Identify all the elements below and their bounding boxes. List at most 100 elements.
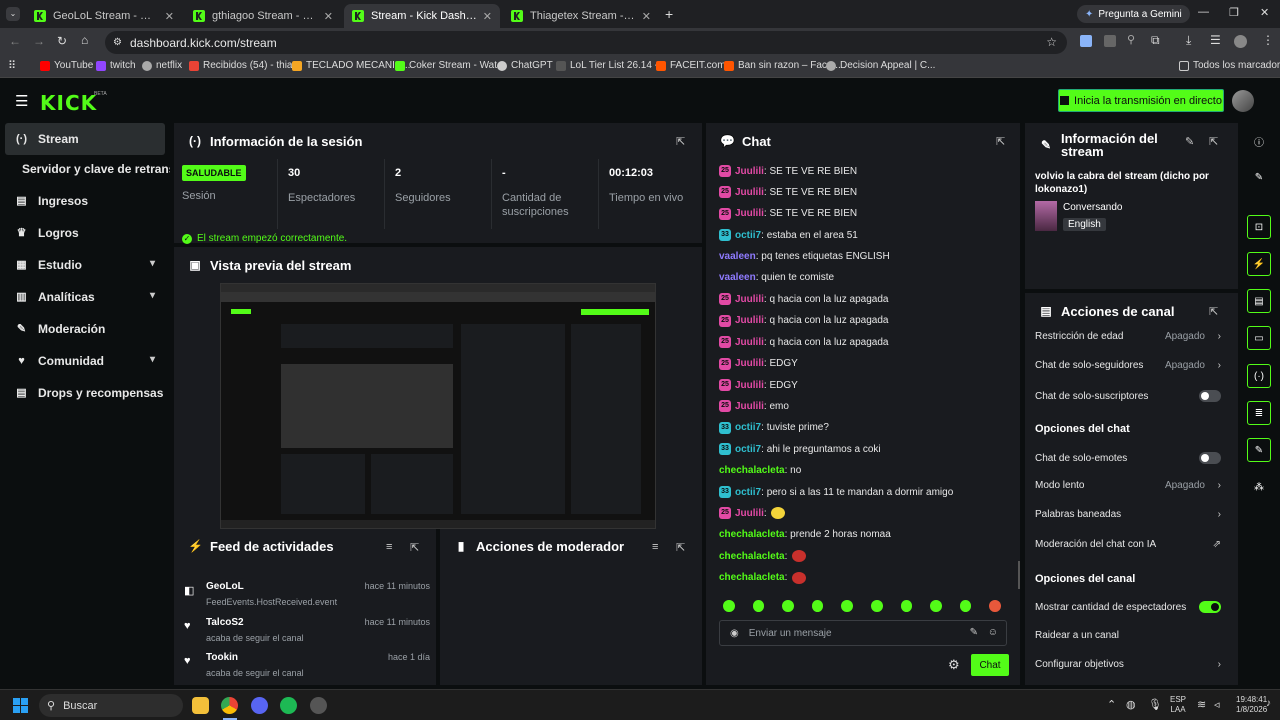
ai-moderation-setting[interactable]: Moderación del chat con IA ⇗ xyxy=(1035,539,1223,550)
forward-icon[interactable]: → xyxy=(33,34,45,48)
close-tab-icon[interactable]: ✕ xyxy=(165,10,174,23)
popout-icon[interactable]: ⇱ xyxy=(410,541,419,554)
app-icon[interactable] xyxy=(310,697,327,714)
browser-tab-4[interactable]: Thiagetex Stream - Watch Live✕ xyxy=(503,4,659,28)
popout-icon[interactable]: ⇱ xyxy=(676,135,685,148)
emote-icon[interactable] xyxy=(900,600,913,612)
bookmark-star-icon[interactable]: ☆ xyxy=(1046,35,1057,49)
wifi-icon[interactable]: ≋ xyxy=(1197,698,1206,711)
lightning-icon[interactable]: ⚡ xyxy=(1247,252,1271,276)
chat-username[interactable]: octii7 xyxy=(735,230,761,241)
home-icon[interactable]: ⌂ xyxy=(81,33,88,47)
stream-preview-video[interactable] xyxy=(220,283,656,529)
nodes-icon[interactable]: ⁂ xyxy=(1247,475,1271,499)
chevron-up-icon[interactable]: ⌃ xyxy=(1107,698,1116,711)
gemini-button[interactable]: ✦ Pregunta a Gemini xyxy=(1077,5,1190,23)
chat-username[interactable]: Juulili xyxy=(735,358,764,369)
chat-username[interactable]: Juulili xyxy=(735,337,764,348)
restore-window-icon[interactable]: ❐ xyxy=(1229,6,1239,19)
chat-username[interactable]: Juulili xyxy=(735,187,764,198)
popout-icon[interactable]: ⇱ xyxy=(676,541,685,554)
chat-username[interactable]: Juulili xyxy=(735,294,764,305)
user-avatar[interactable] xyxy=(1232,90,1254,112)
chat-username[interactable]: Juulili xyxy=(735,508,764,519)
chat-username[interactable]: Juulili xyxy=(735,380,764,391)
emote-icon[interactable] xyxy=(870,600,883,612)
profile-avatar[interactable] xyxy=(1234,35,1247,48)
windows-start-icon[interactable] xyxy=(13,698,28,713)
sidebar-item-stream[interactable]: (·) Stream xyxy=(5,123,165,155)
chat-username[interactable]: chechalacleta xyxy=(719,572,785,583)
extension-icon[interactable] xyxy=(1080,35,1092,47)
browser-tab-2[interactable]: gthiagoo Stream - Watch Live o✕ xyxy=(185,4,341,28)
chat-username[interactable]: Juulili xyxy=(735,166,764,177)
chat-username[interactable]: vaaleen xyxy=(719,251,756,262)
close-tab-icon[interactable]: ✕ xyxy=(324,10,333,23)
configure-goals-setting[interactable]: Configurar objetivos › xyxy=(1035,659,1223,670)
chat-username[interactable]: Juulili xyxy=(735,315,764,326)
go-live-button[interactable]: Inicia la transmisión en directo xyxy=(1058,89,1224,112)
filter-icon[interactable]: ≡ xyxy=(652,541,658,553)
followers-only-setting[interactable]: Chat de solo-seguidores Apagado › xyxy=(1035,360,1223,371)
clock[interactable]: 19:48:41 1/8/2026 xyxy=(1236,695,1267,715)
reload-icon[interactable]: ↻ xyxy=(57,34,67,48)
chat-username[interactable]: octii7 xyxy=(735,444,761,455)
extension-icon[interactable] xyxy=(1104,35,1116,47)
document-icon[interactable]: ▤ xyxy=(1247,289,1271,313)
sidebar-item-analiticas[interactable]: ▥ Analíticas ▾ xyxy=(5,281,165,313)
site-info-icon[interactable]: ⚙ xyxy=(113,37,122,48)
emote-icon[interactable] xyxy=(811,600,824,612)
discord-icon[interactable] xyxy=(251,697,268,714)
address-bar[interactable]: ⚙ dashboard.kick.com/stream ☆ xyxy=(105,31,1067,54)
show-viewer-count-toggle[interactable] xyxy=(1199,601,1221,613)
chat-bubble-icon[interactable]: ▭ xyxy=(1247,326,1271,350)
info-icon[interactable]: ⓘ xyxy=(1247,129,1271,153)
emote-icon[interactable] xyxy=(989,600,1001,612)
taskbar-search[interactable]: ⚲ Buscar xyxy=(39,694,183,717)
bookmark-faceit[interactable]: FACEIT.com xyxy=(656,60,726,71)
bookmark-teclado[interactable]: TECLADO MECANIC... xyxy=(292,60,410,71)
volume-icon[interactable]: ◃ xyxy=(1214,698,1220,711)
chat-username[interactable]: chechalacleta xyxy=(719,551,785,562)
file-explorer-icon[interactable] xyxy=(192,697,209,714)
browser-menu-icon[interactable]: ⋮ xyxy=(1262,33,1274,47)
sidebar-item-logros[interactable]: ♛ Logros xyxy=(5,217,165,249)
age-restriction-setting[interactable]: Restricción de edad Apagado › xyxy=(1035,331,1223,342)
banned-words-setting[interactable]: Palabras baneadas › xyxy=(1035,509,1223,520)
chat-username[interactable]: chechalacleta xyxy=(719,529,785,540)
chat-username[interactable]: vaaleen xyxy=(719,272,756,283)
bookmark-twitch[interactable]: twitch xyxy=(96,60,136,71)
back-icon[interactable]: ← xyxy=(9,34,21,48)
bookmark-decision[interactable]: Decision Appeal | C... xyxy=(826,60,935,71)
chat-settings-gear-icon[interactable]: ⚙ xyxy=(948,657,960,673)
bookmark-gmail[interactable]: Recibidos (54) - thia... xyxy=(189,60,301,71)
translate-icon[interactable]: ✎ xyxy=(970,627,978,638)
popout-icon[interactable]: ⇱ xyxy=(996,135,1005,148)
chrome-icon[interactable] xyxy=(221,697,238,714)
language-indicator[interactable]: ESP LAA xyxy=(1170,695,1186,715)
chat-username[interactable]: octii7 xyxy=(735,422,761,433)
popout-icon[interactable]: ⇱ xyxy=(1209,305,1218,318)
tray-icon[interactable]: ◍ xyxy=(1126,698,1136,711)
all-bookmarks[interactable]: Todos los marcadores xyxy=(1179,60,1280,71)
subscribers-only-toggle[interactable] xyxy=(1199,390,1221,402)
bookmark-loltierlist[interactable]: LoL Tier List 26.14 -... xyxy=(556,60,666,71)
close-window-icon[interactable]: ✕ xyxy=(1260,6,1269,19)
sidebar-item-server-key[interactable]: Servidor y clave de retransmi xyxy=(22,153,170,185)
tab-search-icon[interactable]: ⌄ xyxy=(6,7,20,21)
bookmark-chatgpt[interactable]: ChatGPT xyxy=(497,60,553,71)
chat-username[interactable]: octii7 xyxy=(735,487,761,498)
bookmark-coker[interactable]: Coker Stream - Wat... xyxy=(395,60,505,71)
hamburger-menu-icon[interactable]: ☰ xyxy=(15,92,28,110)
kick-logo[interactable]: KICK xyxy=(40,91,97,115)
sidebar-item-moderacion[interactable]: ✎ Moderación xyxy=(5,313,165,345)
bookmark-ban[interactable]: Ban sin razon – Face... xyxy=(724,60,841,71)
chat-input[interactable]: ◉ Enviar un mensaje ✎ ☺ xyxy=(719,620,1007,646)
wrench-icon[interactable]: ✎ xyxy=(1247,438,1271,462)
apps-grid-icon[interactable]: ⠿ xyxy=(8,59,16,72)
minimize-window-icon[interactable]: — xyxy=(1198,6,1209,18)
new-tab-icon[interactable]: + xyxy=(665,6,673,22)
notification-bell-icon[interactable]: ♪ xyxy=(1266,698,1271,709)
layers-icon[interactable]: ≣ xyxy=(1247,401,1271,425)
chat-username[interactable]: Juulili xyxy=(735,208,764,219)
